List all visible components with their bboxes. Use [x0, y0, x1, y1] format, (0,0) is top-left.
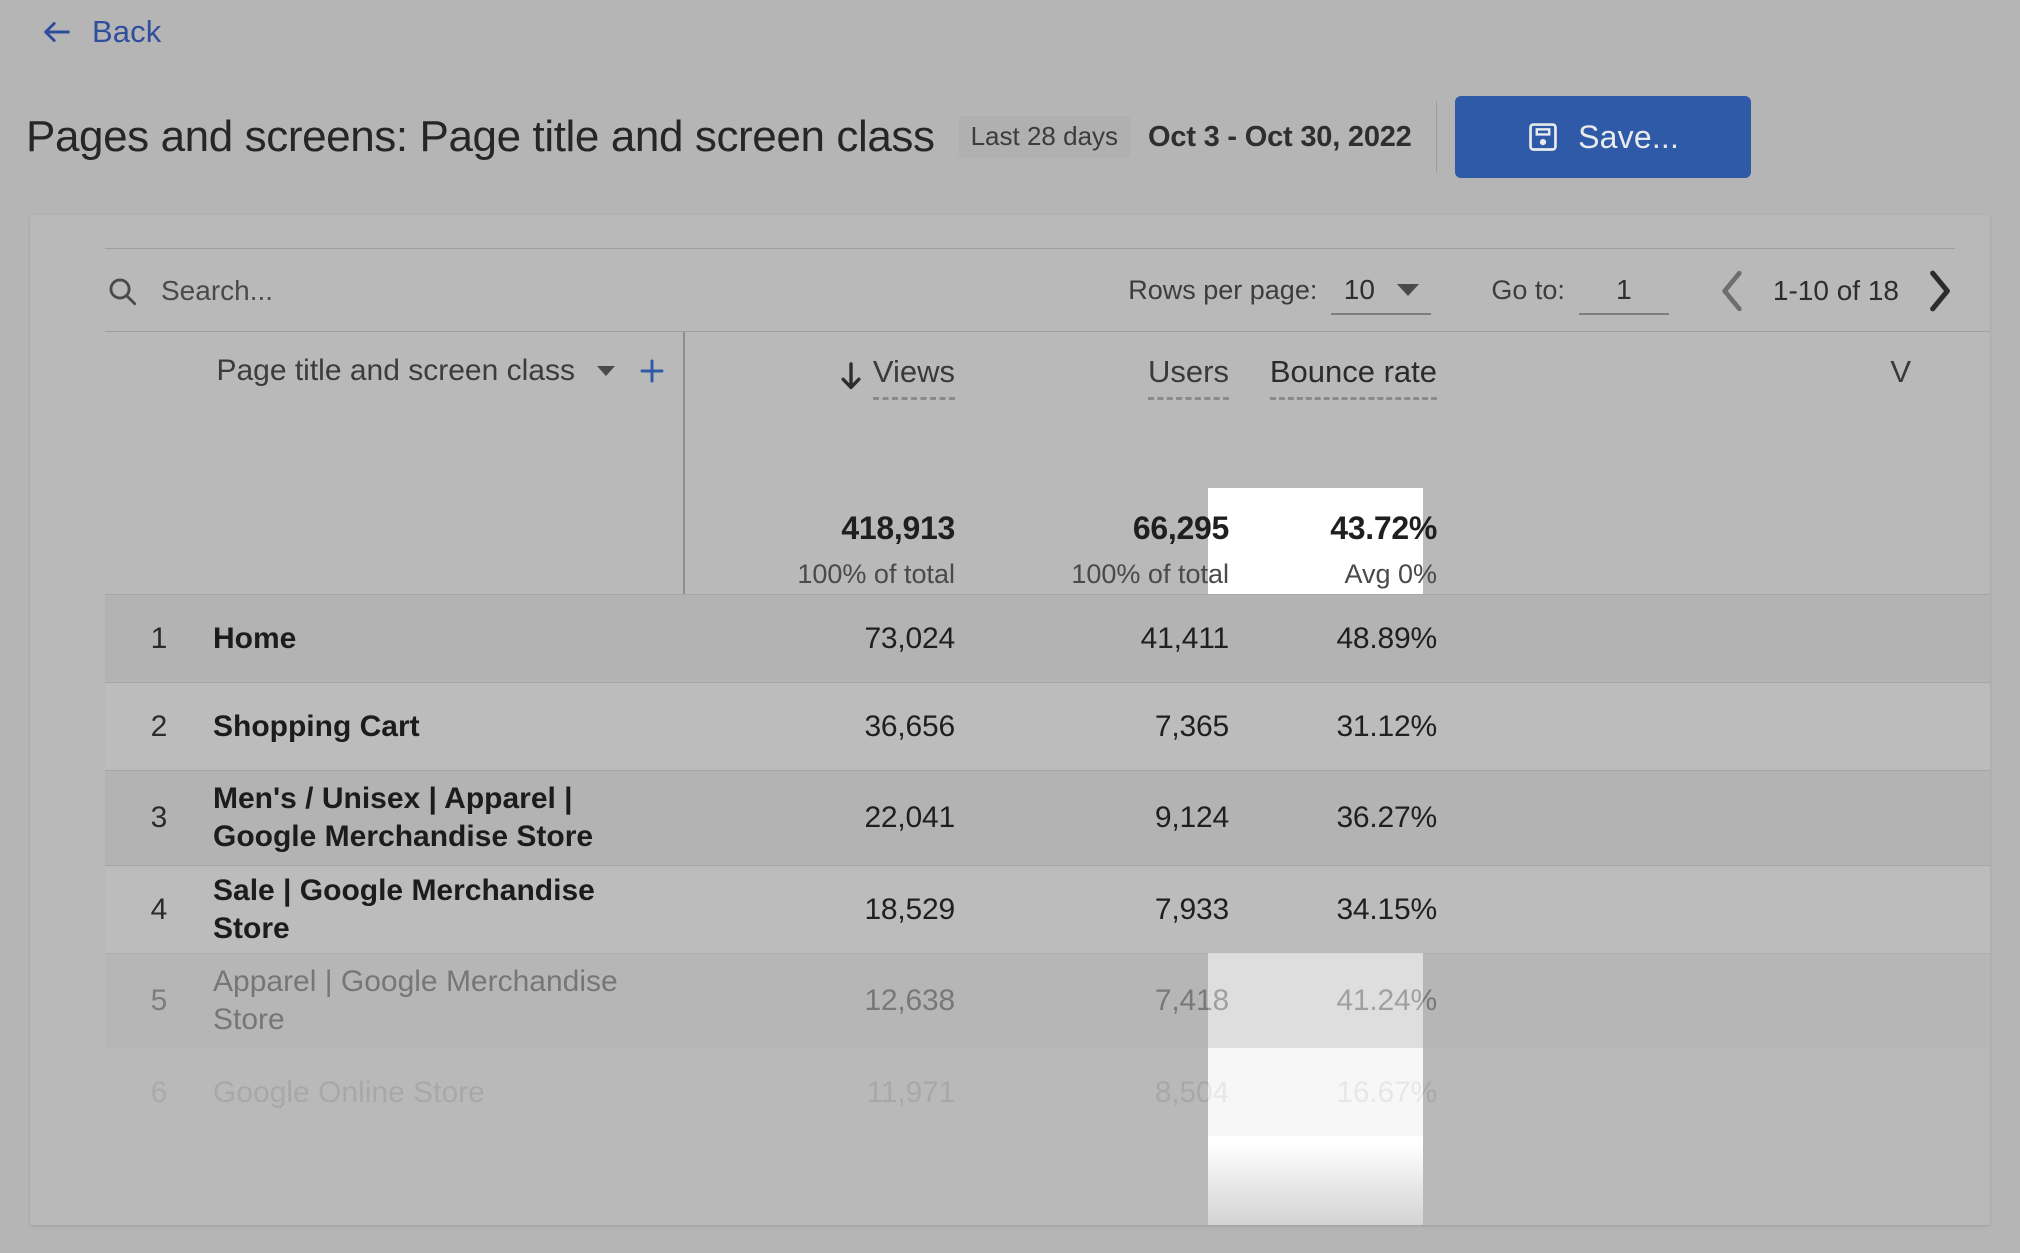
- dimension-header-label: Page title and screen class: [216, 354, 575, 388]
- totals-bounce-rate: 43.72% Avg 0%: [1241, 510, 1497, 590]
- column-header-truncated-label: V: [1890, 354, 1911, 397]
- totals-users: 66,295 100% of total: [971, 510, 1241, 590]
- row-page-title[interactable]: Shopping Cart: [213, 708, 683, 746]
- row-users: 41,411: [971, 622, 1241, 656]
- row-rank: 3: [105, 801, 213, 835]
- date-range-text: Oct 3 - Oct 30, 2022: [1148, 121, 1412, 154]
- date-preset-chip: Last 28 days: [959, 116, 1130, 158]
- row-views: 18,529: [683, 893, 971, 927]
- search-placeholder: Search...: [161, 275, 273, 307]
- row-rank: 1: [105, 622, 213, 656]
- page-title: Pages and screens: Page title and screen…: [26, 112, 935, 162]
- totals-bounce-rate-sub: Avg 0%: [1344, 559, 1437, 590]
- search-input[interactable]: Search...: [105, 274, 1128, 308]
- totals-users-value: 66,295: [1133, 510, 1229, 547]
- goto-page-input[interactable]: 1: [1579, 267, 1669, 315]
- row-users: 7,365: [971, 710, 1241, 744]
- table-row[interactable]: 1 Home 73,024 41,411 48.89%: [105, 594, 1990, 682]
- row-users: 7,933: [971, 893, 1241, 927]
- column-header-bounce-rate[interactable]: Bounce rate: [1241, 354, 1497, 400]
- page-header: Pages and screens: Page title and screen…: [26, 96, 1992, 178]
- dimension-header[interactable]: Page title and screen class: [105, 354, 683, 388]
- rows-per-page-value: 10: [1344, 274, 1375, 306]
- row-bounce-rate: 36.27%: [1241, 801, 1497, 835]
- header-divider: [1436, 101, 1437, 173]
- totals-bounce-rate-value: 43.72%: [1330, 510, 1437, 547]
- totals-views-value: 418,913: [841, 510, 955, 547]
- totals-views-sub: 100% of total: [797, 559, 955, 590]
- table-row[interactable]: 3 Men's / Unisex | Apparel | Google Merc…: [105, 770, 1990, 865]
- data-table: Page title and screen class Views: [105, 331, 1990, 1225]
- search-icon: [105, 274, 139, 308]
- totals-users-sub: 100% of total: [1071, 559, 1229, 590]
- save-button[interactable]: Save...: [1455, 96, 1751, 178]
- row-page-title[interactable]: Home: [213, 620, 683, 658]
- row-rank: 6: [105, 1076, 213, 1110]
- row-bounce-rate: 16.67%: [1241, 1076, 1497, 1110]
- back-link[interactable]: Back: [40, 14, 161, 50]
- column-header-users-label: Users: [1148, 354, 1229, 400]
- table-row[interactable]: 6 Google Online Store 11,971 8,504 16.67…: [105, 1048, 1990, 1136]
- row-page-title[interactable]: Sale | Google Merchandise Store: [213, 872, 683, 948]
- rows-per-page-label: Rows per page:: [1128, 275, 1317, 306]
- save-disk-icon: [1526, 120, 1560, 154]
- pagination-range: 1-10 of 18: [1773, 275, 1899, 307]
- row-bounce-rate: 31.12%: [1241, 710, 1497, 744]
- table-row[interactable]: 5 Apparel | Google Merchandise Store 12,…: [105, 953, 1990, 1048]
- report-card: Search... Rows per page: 10 Go to: 1 1-1…: [30, 215, 1990, 1225]
- totals-views: 418,913 100% of total: [683, 510, 971, 590]
- chevron-down-icon[interactable]: [597, 366, 615, 376]
- row-users: 8,504: [971, 1076, 1241, 1110]
- row-page-title[interactable]: Apparel | Google Merchandise Store: [213, 963, 683, 1039]
- save-button-label: Save...: [1578, 119, 1679, 156]
- plus-icon[interactable]: [637, 356, 667, 386]
- date-range-selector[interactable]: Last 28 days Oct 3 - Oct 30, 2022: [959, 116, 1412, 158]
- back-label: Back: [92, 14, 161, 50]
- row-users: 7,418: [971, 984, 1241, 1018]
- arrow-down-icon: [839, 362, 863, 392]
- row-rank: 5: [105, 984, 213, 1018]
- chevron-right-icon[interactable]: [1925, 270, 1955, 312]
- row-page-title[interactable]: Men's / Unisex | Apparel | Google Mercha…: [213, 780, 683, 856]
- table-row[interactable]: 2 Shopping Cart 36,656 7,365 31.12%: [105, 682, 1990, 770]
- row-bounce-rate: 34.15%: [1241, 893, 1497, 927]
- row-bounce-rate: 48.89%: [1241, 622, 1497, 656]
- row-page-title[interactable]: Google Online Store: [213, 1074, 683, 1112]
- arrow-left-icon: [40, 15, 74, 49]
- row-rank: 2: [105, 710, 213, 744]
- rows-per-page-select[interactable]: 10: [1331, 267, 1431, 315]
- goto-page-value: 1: [1616, 274, 1632, 306]
- row-views: 11,971: [683, 1076, 971, 1110]
- row-rank: 4: [105, 893, 213, 927]
- row-users: 9,124: [971, 801, 1241, 835]
- column-header-bounce-rate-label: Bounce rate: [1270, 354, 1437, 400]
- row-views: 12,638: [683, 984, 971, 1018]
- chevron-left-icon[interactable]: [1717, 270, 1747, 312]
- row-views: 22,041: [683, 801, 971, 835]
- column-header-truncated[interactable]: V: [1497, 354, 1929, 397]
- goto-label: Go to:: [1491, 275, 1565, 306]
- column-header-users[interactable]: Users: [971, 354, 1241, 400]
- column-header-views-label: Views: [873, 354, 955, 400]
- row-bounce-rate: 41.24%: [1241, 984, 1497, 1018]
- table-toolbar: Search... Rows per page: 10 Go to: 1 1-1…: [105, 248, 1955, 332]
- pagination-controls: Rows per page: 10 Go to: 1 1-10 of 18: [1128, 267, 1955, 315]
- table-header: Page title and screen class Views: [105, 331, 1990, 594]
- column-header-views[interactable]: Views: [683, 354, 971, 400]
- row-views: 36,656: [683, 710, 971, 744]
- table-row[interactable]: 4 Sale | Google Merchandise Store 18,529…: [105, 865, 1990, 953]
- row-views: 73,024: [683, 622, 971, 656]
- chevron-down-icon: [1397, 284, 1419, 296]
